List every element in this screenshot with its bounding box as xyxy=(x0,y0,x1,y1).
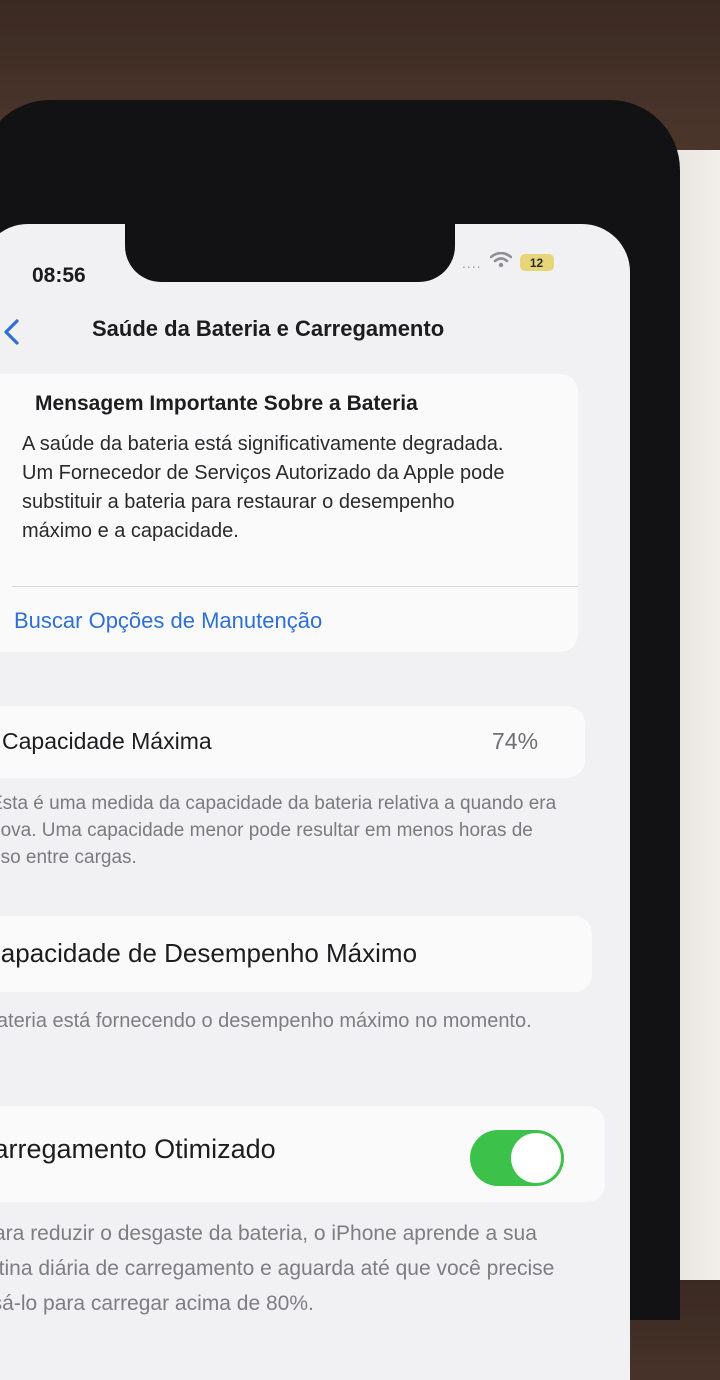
battery-message-title: Mensagem Importante Sobre a Bateria xyxy=(35,392,418,415)
toggle-knob xyxy=(511,1133,561,1183)
wifi-icon xyxy=(489,251,512,273)
peak-performance-label: Capacidade de Desempenho Máximo xyxy=(0,938,418,968)
peak-performance-note: A bateria está fornecendo o desempenho m… xyxy=(0,1010,532,1032)
phone-frame: 08:56 .... 12 Saúde da Bateria e Carrega… xyxy=(0,100,680,1380)
optimized-charging-toggle[interactable] xyxy=(470,1130,564,1186)
service-options-link[interactable]: Buscar Opções de Manutenção xyxy=(14,608,322,634)
divider xyxy=(12,586,578,587)
screen: 08:56 .... 12 Saúde da Bateria e Carrega… xyxy=(0,224,630,1380)
navigation-bar: Saúde da Bateria e Carregamento xyxy=(0,304,630,354)
page-title: Saúde da Bateria e Carregamento xyxy=(92,316,445,341)
status-time: 08:56 xyxy=(32,264,86,287)
optimized-charging-note: Para reduzir o desgaste da bateria, o iP… xyxy=(0,1222,555,1315)
battery-message-body: A saúde da bateria está significativamen… xyxy=(22,433,505,542)
max-capacity-note: Esta é uma medida da capacidade da bater… xyxy=(0,793,557,868)
status-icons: .... 12 xyxy=(462,251,554,273)
chevron-left-icon[interactable] xyxy=(2,318,22,351)
optimized-charging-label: Carregamento Otimizado xyxy=(0,1134,276,1164)
max-capacity-value: 74% xyxy=(492,728,539,754)
signal-icon: .... xyxy=(462,254,482,271)
max-capacity-label: Capacidade Máxima xyxy=(2,728,212,754)
notch xyxy=(125,224,455,282)
battery-icon: 12 xyxy=(519,254,554,271)
